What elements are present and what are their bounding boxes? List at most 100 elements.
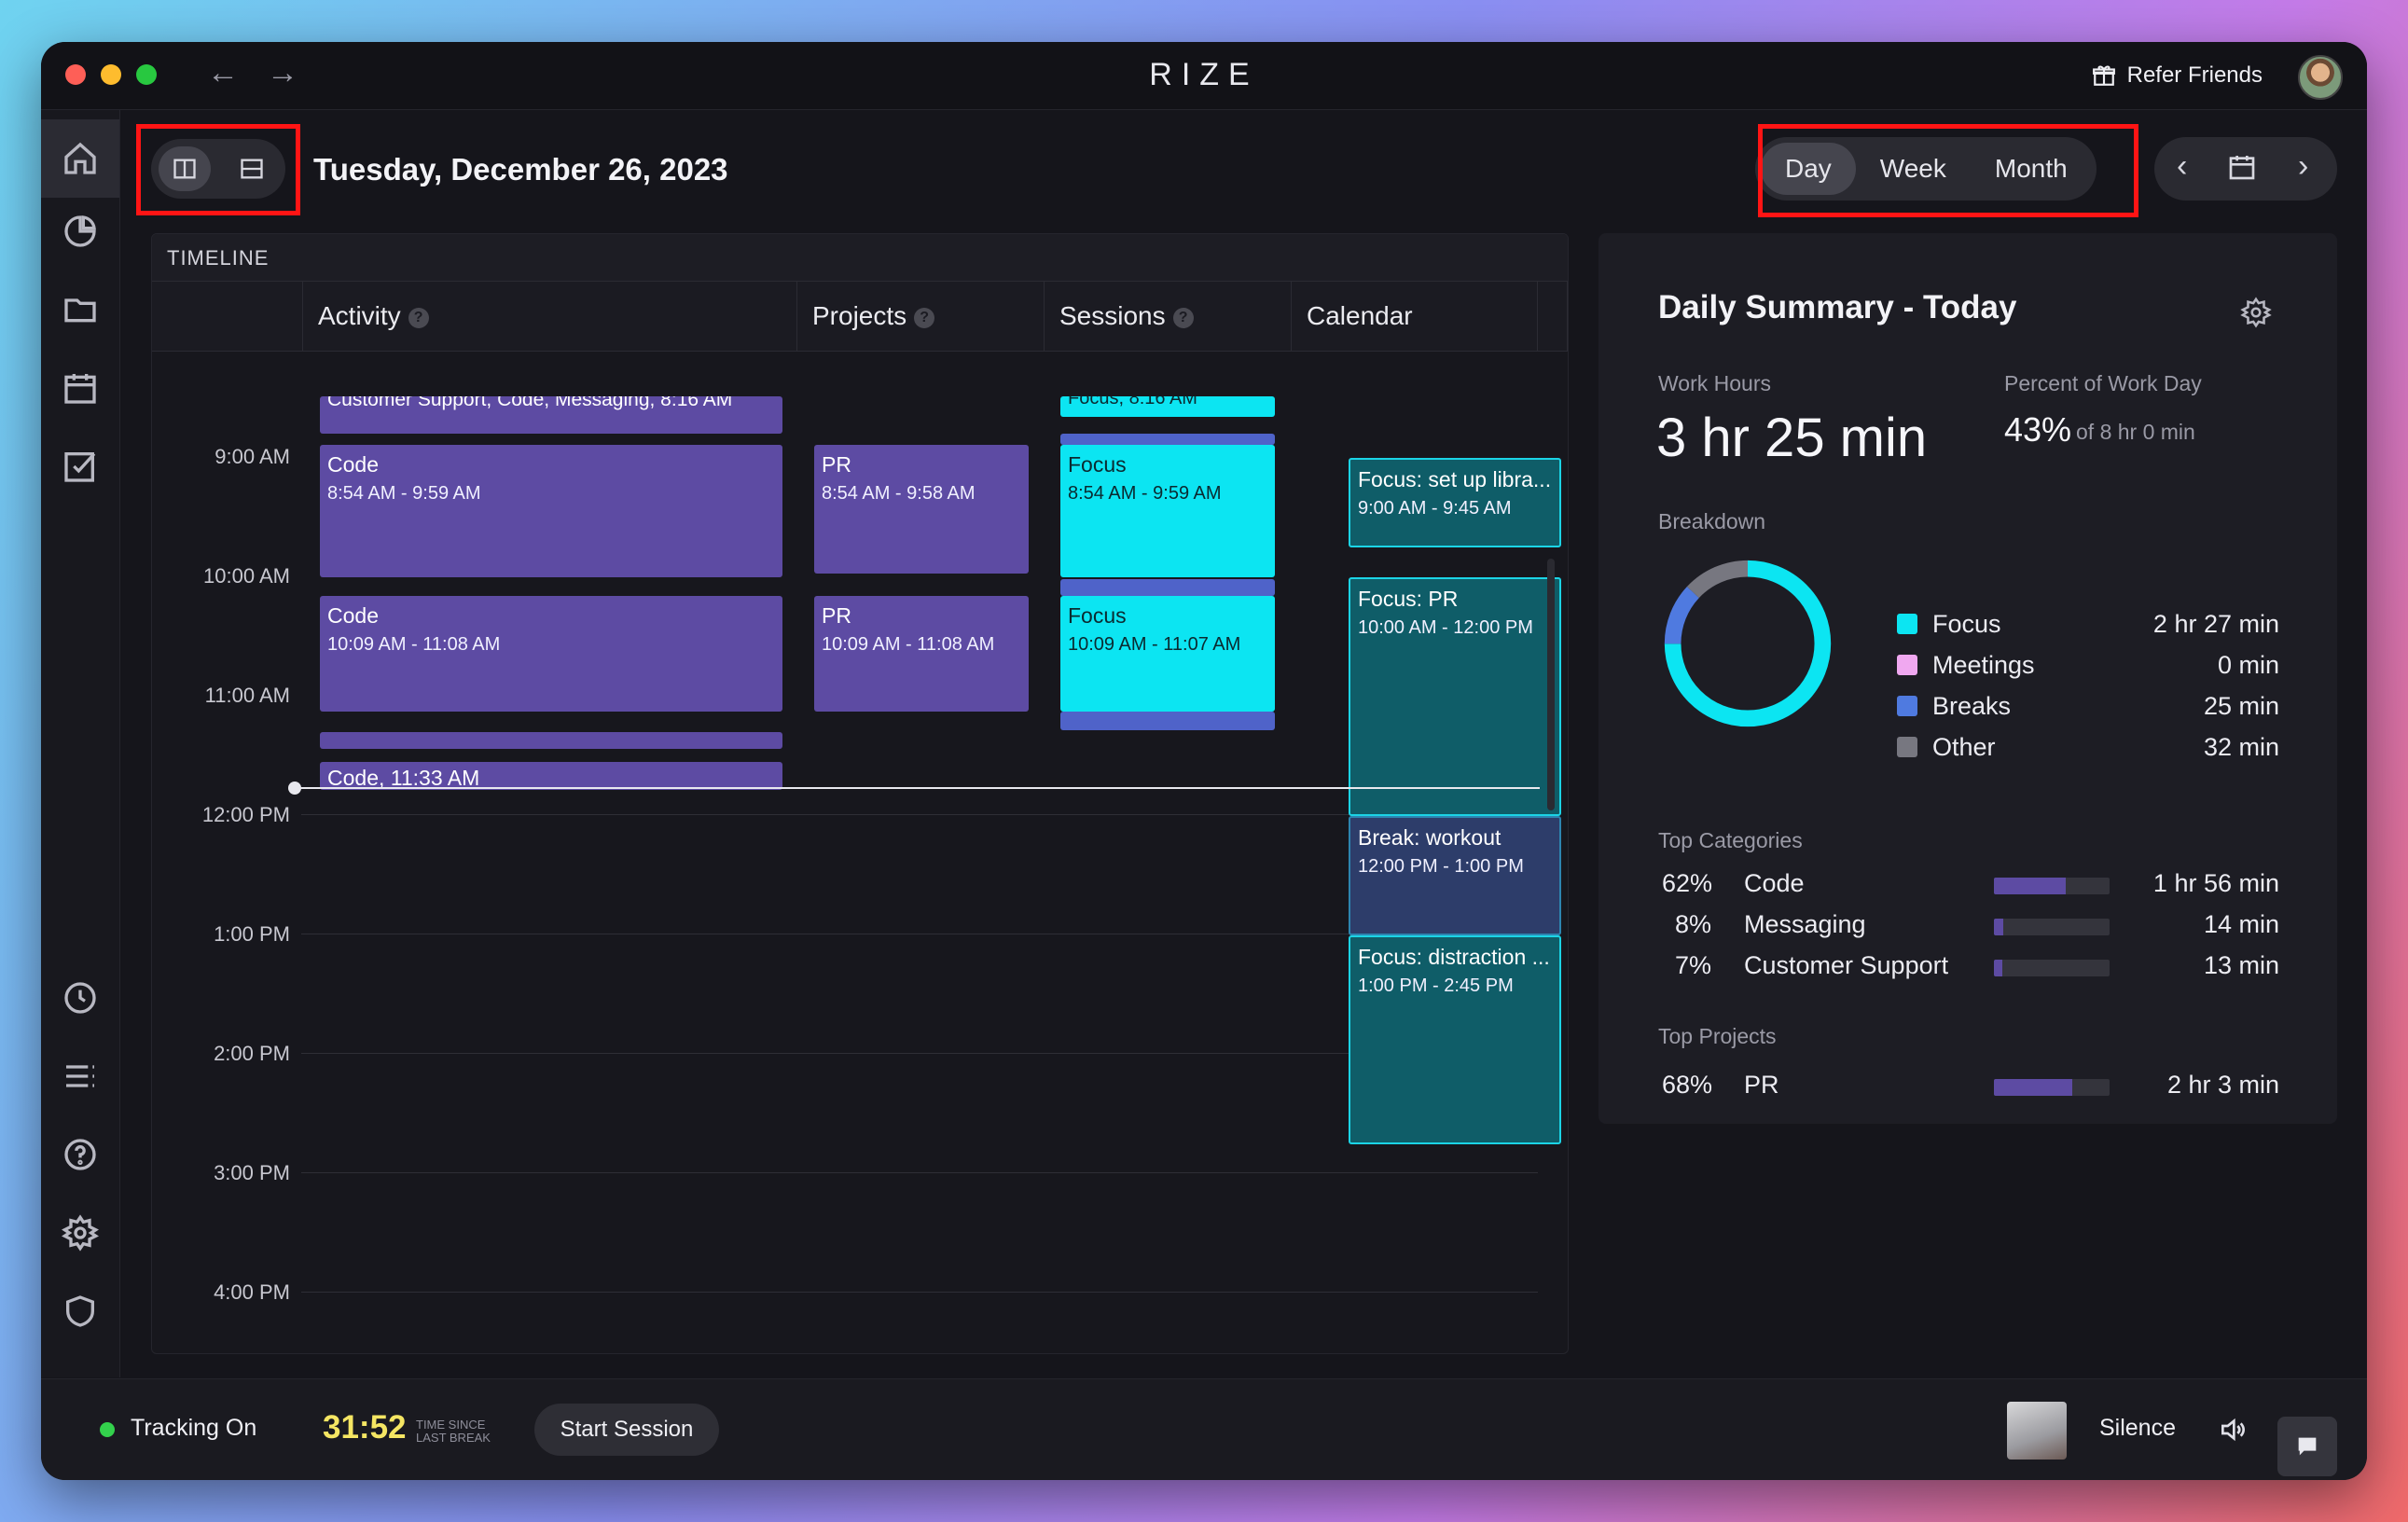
project-name: PR <box>1744 1071 1779 1099</box>
sidebar-item-list[interactable] <box>58 1054 103 1099</box>
summary-title: Daily Summary - Today <box>1658 289 2017 325</box>
activity-column-header: Activity? <box>303 281 797 352</box>
event-time: 9:00 AM - 9:45 AM <box>1358 498 1512 519</box>
previous-day-icon[interactable]: ‹ <box>2177 148 2187 185</box>
calendar-picker-icon[interactable] <box>2227 152 2257 190</box>
activity-block-current[interactable]: Code, 11:33 AM <box>320 762 782 790</box>
event-title: Break: workout <box>1358 825 1502 850</box>
legend-swatch <box>1897 737 1917 757</box>
event-time: 12:00 PM - 1:00 PM <box>1358 856 1524 877</box>
tracking-status[interactable]: Tracking On <box>131 1415 256 1442</box>
percent-of-label: of 8 hr 0 min <box>2076 420 2195 444</box>
session-block[interactable]: Focus 10:09 AM - 11:07 AM <box>1060 596 1275 712</box>
session-block[interactable]: Focus 8:54 AM - 9:59 AM <box>1060 445 1275 577</box>
music-thumbnail[interactable] <box>2007 1402 2067 1460</box>
help-icon[interactable]: ? <box>914 307 935 328</box>
calendar-event[interactable]: Focus: set up libra... 9:00 AM - 9:45 AM <box>1349 458 1561 547</box>
music-track-label[interactable]: Silence <box>2099 1415 2176 1442</box>
category-row[interactable]: 62% Code 1 hr 56 min <box>1658 865 2279 903</box>
category-percent: 8% <box>1675 910 1712 938</box>
calendar-event[interactable]: Focus: distraction ... 1:00 PM - 2:45 PM <box>1349 935 1561 1144</box>
legend-value: 32 min <box>2203 733 2279 761</box>
calendar-column-label: Calendar <box>1307 301 1413 330</box>
project-percent: 68% <box>1662 1071 1713 1099</box>
activity-block-partial[interactable]: Customer Support, Code, Messaging, 8:16 … <box>320 396 782 434</box>
gear-icon[interactable] <box>2240 297 2272 328</box>
sidebar-item-projects[interactable] <box>58 287 103 332</box>
category-percent: 62% <box>1662 869 1713 897</box>
project-duration: 2 hr 3 min <box>2166 1071 2279 1099</box>
category-bar <box>1994 919 2110 935</box>
project-row[interactable]: 68% PR 2 hr 3 min <box>1658 1067 2279 1104</box>
calendar-event[interactable]: Focus: PR 10:00 AM - 12:00 PM <box>1349 577 1561 816</box>
current-time-line <box>299 787 1540 789</box>
sidebar-item-privacy[interactable] <box>58 1289 103 1334</box>
legend-item-focus: Focus 2 hr 27 min <box>1897 606 2279 643</box>
category-name: Code <box>1744 869 1805 897</box>
avatar[interactable] <box>2298 55 2343 100</box>
break-block[interactable] <box>1060 712 1275 730</box>
app-window: ← → RIZE Refer Friends Tuesday, December… <box>41 42 2367 1480</box>
page-title: Tuesday, December 26, 2023 <box>313 152 728 187</box>
list-icon <box>66 1065 94 1087</box>
activity-block[interactable]: Code 10:09 AM - 11:08 AM <box>320 596 782 712</box>
clock-icon <box>64 982 96 1014</box>
sidebar-item-settings[interactable] <box>58 1211 103 1255</box>
project-block[interactable]: PR 10:09 AM - 11:08 AM <box>814 596 1029 712</box>
sidebar-item-analytics[interactable] <box>58 209 103 254</box>
break-block[interactable] <box>1060 434 1275 445</box>
activity-block[interactable]: Code 8:54 AM - 9:59 AM <box>320 445 782 577</box>
volume-icon[interactable] <box>2218 1415 2248 1445</box>
percent-value: 43% <box>2004 410 2072 449</box>
category-name: Customer Support <box>1744 951 1949 979</box>
hour-label: 12:00 PM <box>201 803 290 826</box>
calendar-column-header: Calendar <box>1292 281 1538 352</box>
legend-item-meetings: Meetings 0 min <box>1897 647 2279 685</box>
block-title: Focus <box>1068 603 1127 628</box>
sessions-column-header: Sessions? <box>1045 281 1292 352</box>
scrollbar[interactable] <box>1547 559 1555 810</box>
break-block[interactable] <box>1060 579 1275 596</box>
start-session-button[interactable]: Start Session <box>534 1404 719 1456</box>
sidebar-item-help[interactable] <box>58 1132 103 1177</box>
legend-value: 25 min <box>2203 692 2279 720</box>
next-day-icon[interactable]: › <box>2298 148 2308 185</box>
help-icon[interactable]: ? <box>408 307 429 328</box>
work-hours-value: 3 hr 25 min <box>1656 408 1928 468</box>
category-row[interactable]: 8% Messaging 14 min <box>1658 906 2279 944</box>
hour-line <box>301 1172 1538 1173</box>
help-icon[interactable]: ? <box>1172 307 1194 328</box>
legend-value: 0 min <box>2217 651 2279 679</box>
pie-chart-icon <box>64 215 96 247</box>
sidebar-item-history[interactable] <box>58 975 103 1020</box>
hour-label: 4:00 PM <box>214 1280 290 1304</box>
highlight-box-range <box>1758 124 2138 217</box>
sidebar-item-home[interactable] <box>41 119 119 198</box>
event-title: Focus: distraction ... <box>1358 945 1550 969</box>
session-block-partial[interactable]: Focus, 8:16 AM <box>1060 396 1275 417</box>
category-row[interactable]: 7% Customer Support 13 min <box>1658 948 2279 985</box>
tracking-status-dot <box>100 1422 115 1437</box>
block-title: PR <box>822 603 851 628</box>
chat-button[interactable] <box>2277 1417 2337 1476</box>
projects-column-header: Projects? <box>797 281 1045 352</box>
block-time: 8:54 AM - 9:59 AM <box>1068 483 1222 504</box>
refer-friends-button[interactable]: Refer Friends <box>2092 62 2263 89</box>
break-timer: 31:52 <box>323 1409 407 1446</box>
top-categories-label: Top Categories <box>1658 828 1803 852</box>
checkbox-icon <box>64 452 96 482</box>
category-duration: 1 hr 56 min <box>2152 869 2279 897</box>
block-time: 10:09 AM - 11:08 AM <box>327 634 501 655</box>
scroll-gutter-header <box>1538 281 1568 352</box>
category-percent: 7% <box>1675 951 1712 979</box>
calendar-icon <box>64 374 96 404</box>
block-time: 10:09 AM - 11:07 AM <box>1068 634 1241 655</box>
project-block[interactable]: PR 8:54 AM - 9:58 AM <box>814 445 1029 574</box>
activity-block-thin[interactable] <box>320 732 782 749</box>
gear-icon <box>62 1214 99 1252</box>
calendar-event[interactable]: Break: workout 12:00 PM - 1:00 PM <box>1349 816 1561 935</box>
sidebar-item-tasks[interactable] <box>58 444 103 489</box>
legend-swatch <box>1897 696 1917 716</box>
project-bar <box>1994 1079 2110 1096</box>
sidebar-item-calendar[interactable] <box>58 366 103 410</box>
